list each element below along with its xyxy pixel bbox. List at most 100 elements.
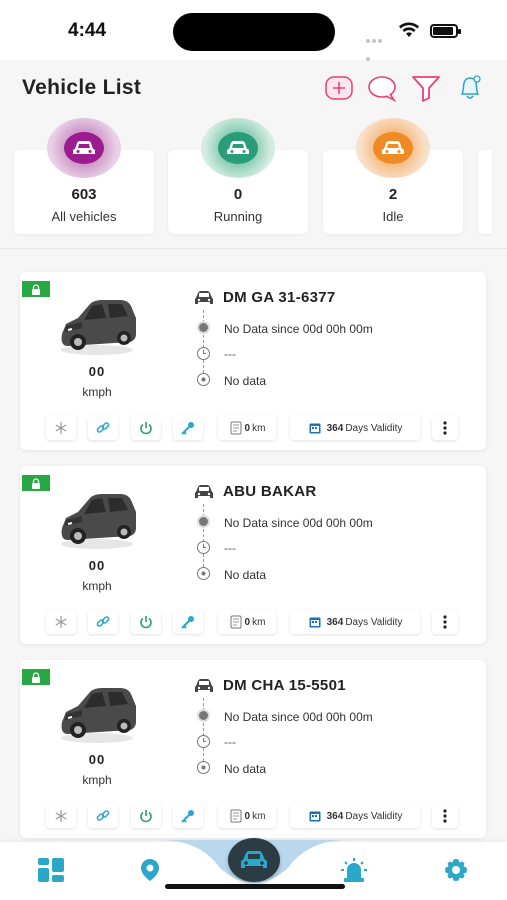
immobilizer-button[interactable]: [173, 416, 203, 440]
snowflake-icon: [55, 810, 67, 822]
link-icon: [96, 422, 110, 433]
ac-button[interactable]: [46, 610, 76, 634]
status-text: No Data since 00d 00h 00m: [224, 516, 373, 530]
immobilizer-button[interactable]: [173, 804, 203, 828]
car-front-icon: [195, 679, 213, 692]
odometer-button[interactable]: 0 km: [218, 804, 276, 828]
validity-button[interactable]: 364 Days Validity: [290, 804, 420, 828]
divider: [0, 248, 507, 249]
idle-icon: [356, 118, 430, 178]
vehicle-name: ABU BAKAR: [223, 483, 317, 500]
odometer-button[interactable]: 0 km: [218, 610, 276, 634]
car-image: [61, 688, 136, 743]
nav-map[interactable]: [132, 852, 168, 888]
ac-button[interactable]: [46, 804, 76, 828]
summary-count: 603: [71, 186, 97, 203]
validity-days: 364: [326, 810, 344, 822]
more-button[interactable]: [432, 610, 458, 634]
odometer-button[interactable]: 0 km: [218, 416, 276, 440]
summary-next-card[interactable]: [478, 150, 492, 234]
km-unit: km: [252, 810, 266, 822]
speed-unit: kmph: [82, 773, 112, 787]
nav-dashboard[interactable]: [33, 852, 69, 888]
validity-label: Days Validity: [345, 810, 403, 822]
ignition-button[interactable]: [131, 804, 161, 828]
home-indicator: [165, 884, 345, 889]
link-icon: [96, 616, 110, 627]
status-text: No Data since 00d 00h 00m: [224, 710, 373, 724]
battery-icon: [430, 24, 461, 38]
summary-label: All vehicles: [51, 209, 117, 224]
power-icon: [140, 422, 152, 435]
nav-settings[interactable]: [438, 852, 474, 888]
validity-label: Days Validity: [345, 422, 403, 434]
summary-count: 0: [233, 186, 243, 203]
lock-icon: [22, 281, 50, 297]
status-dot-icon: [197, 515, 210, 528]
vehicle-name: DM CHA 15-5501: [223, 677, 346, 694]
map-pin-icon: [141, 859, 159, 881]
ignition-button[interactable]: [131, 416, 161, 440]
filter-icon[interactable]: [410, 72, 442, 104]
alarm-icon: [341, 858, 367, 882]
vehicle-card[interactable]: 00 kmph ABU BAKAR No Data since 00d 00h …: [20, 466, 486, 644]
car-front-icon: [195, 291, 213, 304]
lock-icon: [22, 475, 50, 491]
ac-button[interactable]: [46, 416, 76, 440]
more-vertical-icon: [443, 809, 447, 823]
location-text: No data: [224, 568, 267, 582]
location-icon: [197, 567, 210, 580]
summary-running[interactable]: 0 Running: [168, 118, 308, 234]
action-row: 0 km 364 Days Validity: [20, 610, 486, 638]
status-text: No Data since 00d 00h 00m: [224, 322, 373, 336]
nav-vehicles[interactable]: [228, 838, 280, 882]
speed-value: 00: [88, 558, 106, 573]
location-text: No data: [224, 374, 267, 388]
notification-icon[interactable]: [454, 72, 486, 104]
vehicle-card[interactable]: 00 kmph DM CHA 15-5501 No Data since 00d…: [20, 660, 486, 838]
gps-link-button[interactable]: [88, 610, 118, 634]
link-icon: [96, 810, 110, 821]
key-icon: [181, 422, 194, 435]
speed-unit: kmph: [82, 579, 112, 593]
time-text: ---: [224, 735, 236, 749]
settings-icon: [445, 859, 467, 881]
km-unit: km: [252, 616, 266, 628]
ignition-button[interactable]: [131, 610, 161, 634]
chat-icon[interactable]: [366, 72, 398, 104]
summary-all-vehicles[interactable]: 603 All vehicles: [14, 118, 154, 234]
car-front-icon: [195, 485, 213, 498]
validity-button[interactable]: 364 Days Validity: [290, 610, 420, 634]
more-button[interactable]: [432, 416, 458, 440]
all-vehicles-icon: [47, 118, 121, 178]
odometer-icon: [230, 421, 242, 435]
car-icon: [241, 851, 267, 868]
more-button[interactable]: [432, 804, 458, 828]
summary-section: 603 All vehicles 0 Running 2 Idle: [0, 118, 507, 253]
action-row: 0 km 364 Days Validity: [20, 416, 486, 444]
signal-icon: [366, 30, 388, 61]
power-icon: [140, 616, 152, 629]
summary-idle[interactable]: 2 Idle: [323, 118, 463, 234]
location-text: No data: [224, 762, 267, 776]
vehicle-card[interactable]: 00 kmph DM GA 31-6377 No Data since 00d …: [20, 272, 486, 450]
clock-icon: [197, 735, 210, 748]
validity-days: 364: [326, 422, 344, 434]
clock-icon: [197, 541, 210, 554]
validity-button[interactable]: 364 Days Validity: [290, 416, 420, 440]
nav-alerts[interactable]: [336, 852, 372, 888]
km-value: 0: [244, 422, 251, 434]
car-image: [61, 494, 136, 549]
gps-link-button[interactable]: [88, 804, 118, 828]
status-dot-icon: [197, 321, 210, 334]
immobilizer-button[interactable]: [173, 610, 203, 634]
validity-label: Days Validity: [345, 616, 403, 628]
key-icon: [181, 616, 194, 629]
km-value: 0: [244, 616, 251, 628]
km-unit: km: [252, 422, 266, 434]
time-text: ---: [224, 541, 236, 555]
add-icon[interactable]: [323, 72, 355, 104]
summary-label: Idle: [382, 209, 404, 224]
gps-link-button[interactable]: [88, 416, 118, 440]
page-title: Vehicle List: [22, 76, 142, 99]
